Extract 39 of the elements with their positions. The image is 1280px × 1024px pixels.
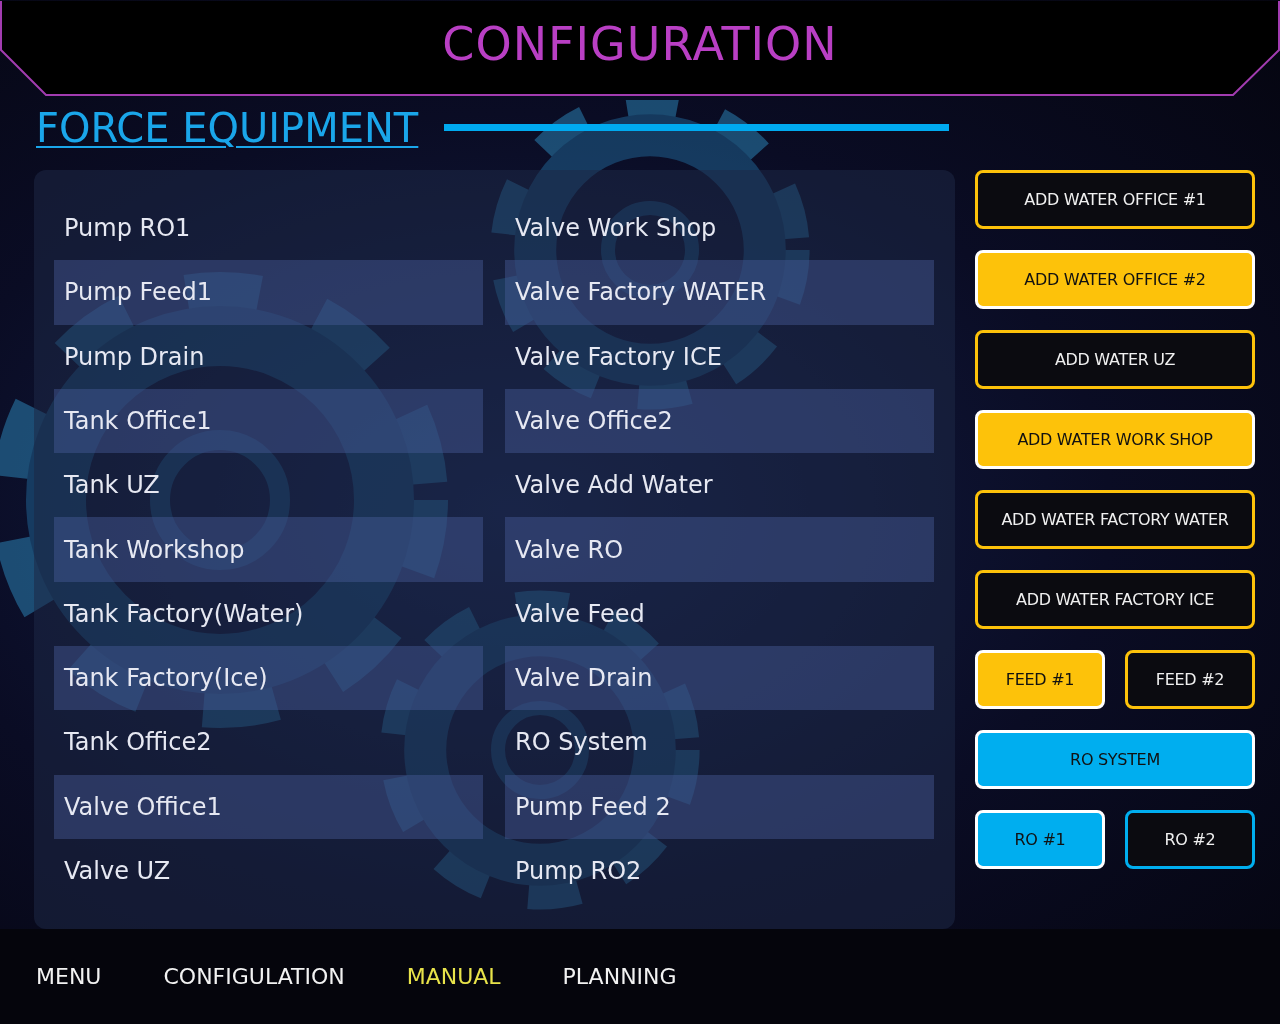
equipment-item[interactable]: Valve Feed <box>505 581 934 647</box>
control-button[interactable]: ADD WATER FACTORY WATER <box>975 489 1255 549</box>
equipment-item[interactable]: Tank Workshop <box>54 517 483 582</box>
equipment-item[interactable]: Pump Feed 2 <box>505 774 934 839</box>
equipment-item[interactable]: Valve Add Water <box>505 453 934 518</box>
equipment-item[interactable]: Valve Office1 <box>54 774 483 839</box>
control-button[interactable]: ADD WATER OFFICE #2 <box>975 249 1255 309</box>
control-button[interactable]: FEED #1 <box>975 649 1105 709</box>
control-button[interactable]: ADD WATER FACTORY ICE <box>975 569 1255 629</box>
equipment-item[interactable]: Valve RO <box>505 517 934 582</box>
control-button[interactable]: ADD WATER OFFICE #1 <box>975 169 1255 229</box>
equipment-item[interactable]: Valve Drain <box>505 646 934 711</box>
control-button[interactable]: RO #2 <box>1125 809 1255 869</box>
control-button[interactable]: ADD WATER UZ <box>975 329 1255 389</box>
page-title: CONFIGURATION <box>442 16 838 71</box>
nav-tab[interactable]: PLANNING <box>562 964 677 990</box>
equipment-item[interactable]: Pump RO2 <box>505 838 934 904</box>
nav-tab[interactable]: CONFIGULATION <box>163 964 345 990</box>
equipment-item[interactable]: Tank Factory(Water) <box>54 581 483 647</box>
equipment-item[interactable]: Valve Factory ICE <box>505 324 934 389</box>
equipment-item[interactable]: Valve Factory WATER <box>505 260 934 325</box>
equipment-item[interactable]: Tank Factory(Ice) <box>54 646 483 711</box>
equipment-item[interactable]: Valve Office2 <box>505 388 934 454</box>
nav-tab[interactable]: MENU <box>36 964 102 990</box>
control-button[interactable]: RO #1 <box>975 809 1105 869</box>
nav-tab[interactable]: MANUAL <box>406 964 501 990</box>
equipment-item[interactable]: Tank Office2 <box>54 710 483 775</box>
equipment-item[interactable]: Pump Feed1 <box>54 260 483 325</box>
equipment-item[interactable]: Valve Work Shop <box>505 195 934 261</box>
control-button[interactable]: FEED #2 <box>1125 649 1255 709</box>
equipment-item[interactable]: Pump RO1 <box>54 195 483 261</box>
control-button[interactable]: ADD WATER WORK SHOP <box>975 409 1255 469</box>
equipment-item[interactable]: Tank UZ <box>54 453 483 518</box>
equipment-item[interactable]: Tank Office1 <box>54 388 483 454</box>
equipment-item[interactable]: Valve UZ <box>54 838 483 904</box>
control-button[interactable]: RO SYSTEM <box>975 729 1255 789</box>
equipment-item[interactable]: RO System <box>505 710 934 775</box>
section-title: FORCE EQUIPMENT <box>36 104 419 151</box>
equipment-item[interactable]: Pump Drain <box>54 324 483 389</box>
